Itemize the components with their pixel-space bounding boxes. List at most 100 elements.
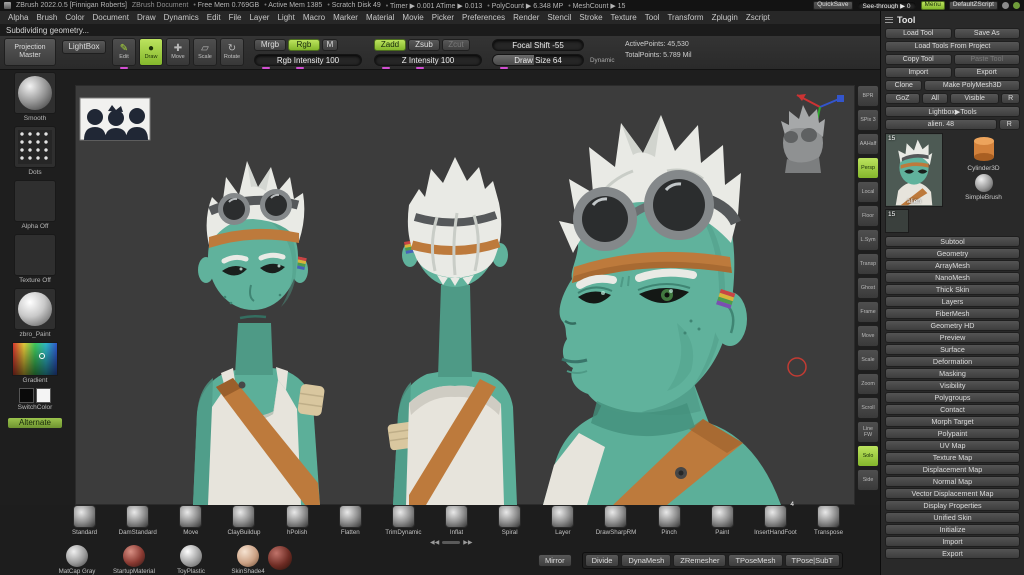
alpha-selector[interactable]: Alpha Off [14,180,56,230]
brush-slot[interactable]: DrawSharpRM [589,505,642,543]
see-through-slider[interactable]: See-through ▶ 0 [856,1,917,10]
zremesher-button[interactable]: ZRemesher [673,554,727,567]
zcut-button[interactable]: Zcut [442,39,470,51]
menu-item[interactable]: Color [65,13,84,22]
tool-section-button[interactable]: Deformation [885,356,1020,367]
lightbox-button[interactable]: LightBox [62,40,106,54]
shelf-toggle-button[interactable]: Scroll [857,397,879,419]
palette-menu-icon[interactable] [885,16,893,23]
zadd-button[interactable]: Zadd [374,39,406,51]
tool-section-button[interactable]: Displacement Map [885,464,1020,475]
current-brush-thumb[interactable]: Smooth [14,72,56,122]
brush-slot[interactable]: Paint [696,505,749,543]
shelf-toggle-button[interactable]: Floor [857,205,879,227]
shelf-toggle-button[interactable]: Transp [857,253,879,275]
brush-slot[interactable]: Move [164,505,217,543]
menu-button[interactable]: Menu [920,1,945,10]
menu-item[interactable]: Alpha [8,13,28,22]
make-polymesh3d-button[interactable]: Make PolyMesh3D [924,80,1020,91]
material-sphere-extra[interactable] [268,546,292,570]
brush-slot[interactable]: Flatten [324,505,377,543]
menu-item[interactable]: Stroke [579,13,602,22]
shelf-toggle-button[interactable]: Solo [857,445,879,467]
tool-section-button[interactable]: Display Properties [885,500,1020,511]
mirror-button[interactable]: Mirror [538,554,572,567]
brush-slot[interactable]: 4 InsertHandFoot [749,501,802,543]
tool-section-button[interactable]: Export [885,548,1020,559]
tool-r-button[interactable]: R [998,119,1020,130]
goz-r-button[interactable]: R [1001,93,1020,104]
tpose-subt-button[interactable]: TPose|SubT [784,554,841,567]
menu-item[interactable]: Marker [333,13,358,22]
edit-button[interactable]: ✎ Edit [112,38,136,66]
active-tool-slider[interactable]: alien. 48 [885,119,997,130]
load-tools-from-project-button[interactable]: Load Tools From Project [885,41,1020,52]
window-config-icon[interactable] [1013,2,1020,9]
tool-section-button[interactable]: Visibility [885,380,1020,391]
color-picker[interactable]: Gradient [12,342,58,384]
brush-slot[interactable]: Spiral [483,505,536,543]
material-slot[interactable]: StartupMaterial [112,545,156,575]
alternate-button[interactable]: Alternate [7,417,63,429]
tool-section-button[interactable]: Subtool [885,236,1020,247]
menu-item[interactable]: Stencil [547,13,571,22]
mrgb-button[interactable]: Mrgb [254,39,286,51]
material-slot[interactable]: ToyPlastic [169,545,213,575]
shelf-toggle-button[interactable]: Local [857,181,879,203]
goz-button[interactable]: GoZ [885,93,921,104]
menu-item[interactable]: Zplugin [712,13,738,22]
default-zscript-button[interactable]: DefaultZScript [948,1,998,10]
menu-item[interactable]: Draw [137,13,156,22]
paste-tool-button[interactable]: Paste Tool [953,54,1020,65]
secondary-color-swatch[interactable] [36,388,51,403]
copy-tool-button[interactable]: Copy Tool [885,54,952,65]
brush-slot[interactable]: ClayBuildup [217,505,270,543]
menu-item[interactable]: Document [93,13,129,22]
tool-section-button[interactable]: Initialize [885,524,1020,535]
tool-section-button[interactable]: Polygroups [885,392,1020,403]
shelf-toggle-button[interactable]: SPix 3 [857,109,879,131]
projection-master-button[interactable]: Projection Master [4,38,56,66]
rgb-intensity-slider[interactable]: Rgb Intensity 100 [254,54,362,66]
tool-section-button[interactable]: Import [885,536,1020,547]
menu-item[interactable]: Transform [667,13,703,22]
pager-right-icon[interactable]: ▶▶ [463,539,472,546]
tool-section-button[interactable]: Layers [885,296,1020,307]
export-button[interactable]: Export [953,67,1020,78]
material-slot[interactable]: SkinShade4 [226,545,270,575]
import-button[interactable]: Import [885,67,952,78]
rotate-button[interactable]: ↻ Rotate [220,38,244,66]
material-selector[interactable]: zbro_Paint [14,288,56,338]
texture-selector[interactable]: Texture Off [14,234,56,284]
clone-button[interactable]: Clone [885,80,923,91]
current-stroke-thumb[interactable]: Dots [14,126,56,176]
menu-item[interactable]: Zscript [746,13,770,22]
menu-item[interactable]: Preferences [462,13,505,22]
menu-item[interactable]: Tool [645,13,660,22]
active-tool-thumbnail[interactable]: 15 alien [885,133,943,207]
menu-item[interactable]: Movie [402,13,423,22]
sculpt-canvas[interactable] [75,85,855,505]
tool-section-button[interactable]: Vector Displacement Map [885,488,1020,499]
brush-slot[interactable]: Transpose [802,505,855,543]
move-button[interactable]: ✚ Move [166,38,190,66]
menu-item[interactable]: Picker [432,13,454,22]
canvas-pager[interactable]: ◀◀ ▶▶ [430,539,472,546]
simplebrush-icon[interactable] [974,174,993,192]
draw-button[interactable]: ● Draw [139,38,163,66]
shelf-toggle-button[interactable]: Scale [857,349,879,371]
brush-slot[interactable]: Inflat [430,505,483,543]
tposemesh-button[interactable]: TPoseMesh [728,554,783,567]
tool-section-button[interactable]: Masking [885,368,1020,379]
brush-slot[interactable]: Standard [58,505,111,543]
quicksave-button[interactable]: QuickSave [813,1,853,10]
brush-slot[interactable]: Pinch [643,505,696,543]
shelf-toggle-button[interactable]: L.Sym [857,229,879,251]
tool-section-button[interactable]: NanoMesh [885,272,1020,283]
tool-section-button[interactable]: Contact [885,404,1020,415]
rgb-button[interactable]: Rgb [288,39,320,51]
tool-section-button[interactable]: Thick Skin [885,284,1020,295]
tool-section-button[interactable]: UV Map [885,440,1020,451]
tool-section-button[interactable]: FiberMesh [885,308,1020,319]
shelf-toggle-button[interactable]: Frame [857,301,879,323]
